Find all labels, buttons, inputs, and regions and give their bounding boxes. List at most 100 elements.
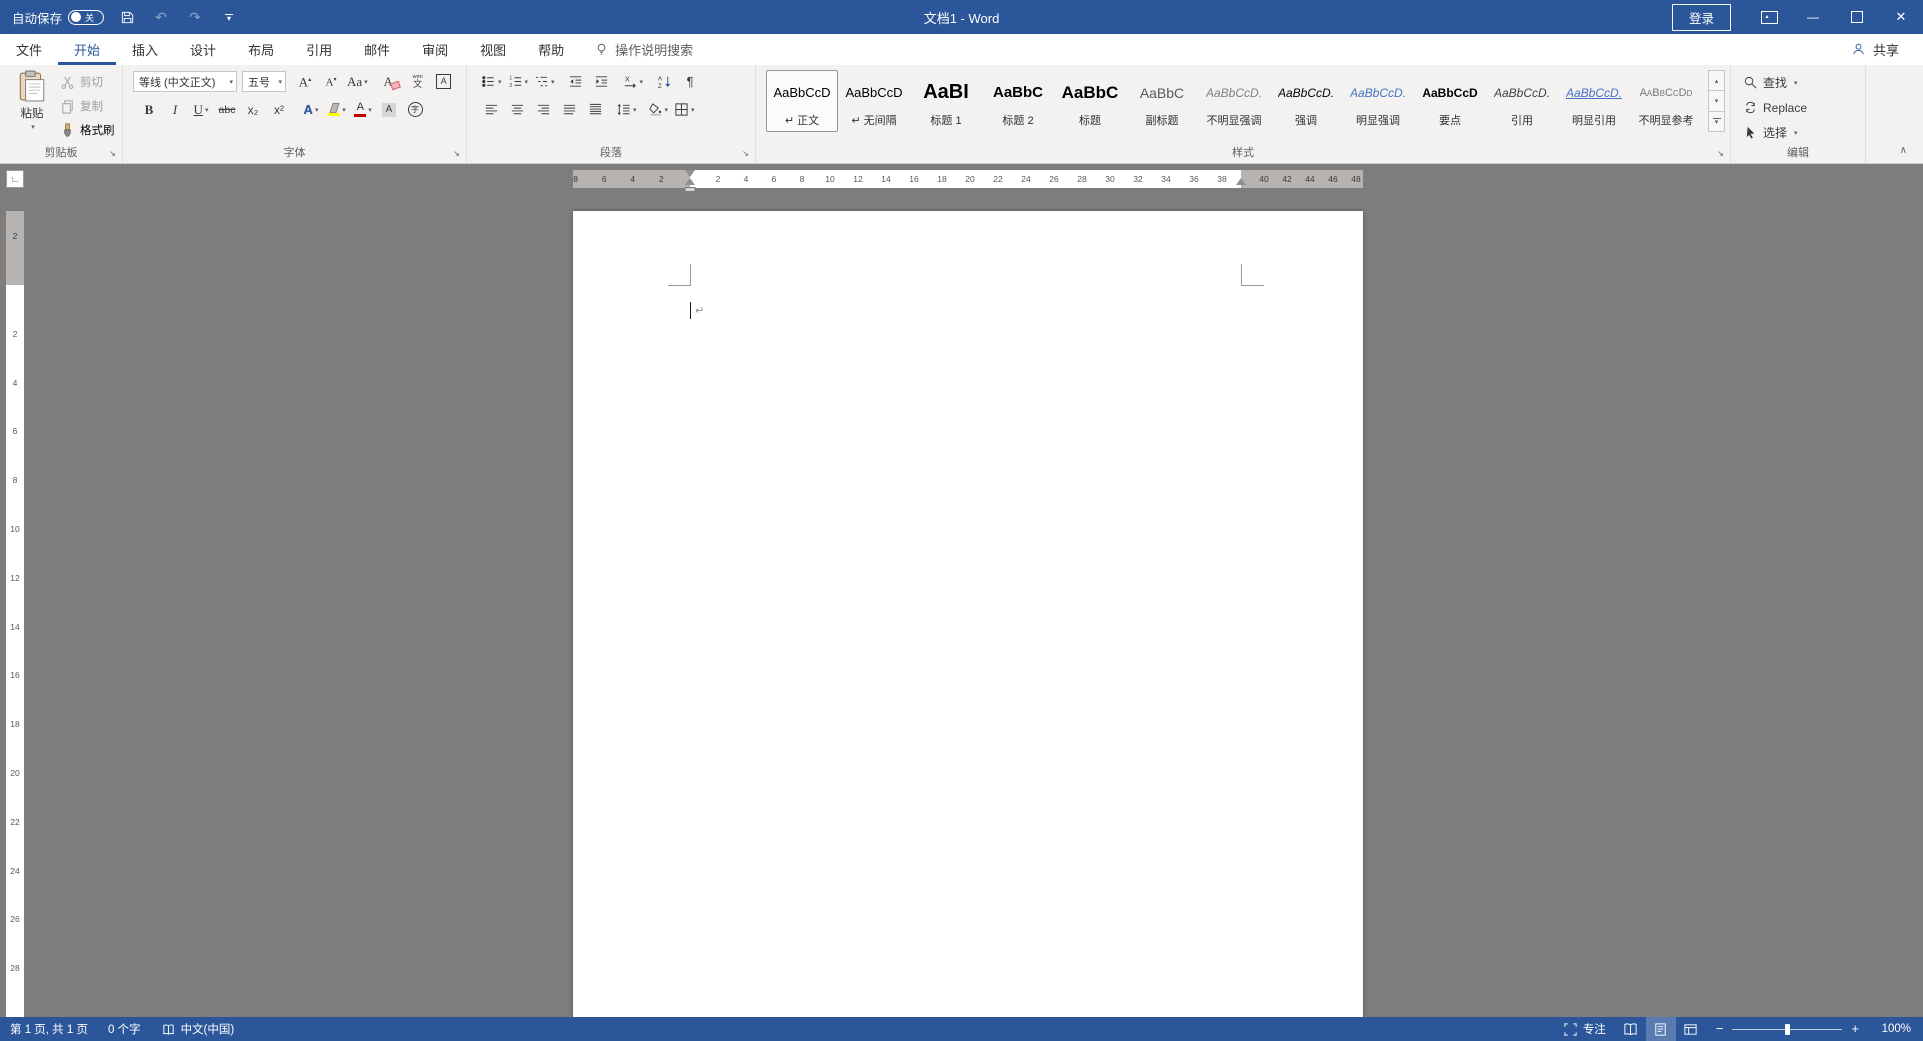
language-status[interactable]: 中文(中国) (151, 1017, 245, 1041)
tab-file[interactable]: 文件 (0, 34, 58, 65)
page-number-status[interactable]: 第 1 页, 共 1 页 (0, 1017, 98, 1041)
minimize-button[interactable] (1791, 0, 1835, 34)
show-hide-marks-button[interactable]: ¶ (678, 71, 702, 93)
enclose-characters-button[interactable]: 字 (403, 99, 427, 121)
style-subtitle[interactable]: AaBbC副标题 (1126, 70, 1198, 132)
style-intense-emphasis[interactable]: AaBbCcD.明显强调 (1342, 70, 1414, 132)
multilevel-list-button[interactable] (532, 71, 557, 93)
tab-stop-selector[interactable] (6, 170, 24, 188)
style-subtle-reference[interactable]: AaBbCcDd不明显参考 (1630, 70, 1702, 132)
tab-mailings[interactable]: 邮件 (348, 34, 406, 65)
format-painter-button[interactable]: 格式刷 (60, 120, 115, 140)
tab-home[interactable]: 开始 (58, 34, 116, 65)
replace-button[interactable]: Replace (1743, 97, 1807, 118)
style-subtle-emphasis[interactable]: AaBbCcD.不明显强调 (1198, 70, 1270, 132)
font-size-combobox[interactable]: 五号 (242, 71, 286, 92)
numbering-button[interactable]: 12 (506, 71, 531, 93)
tell-me-search[interactable]: 操作说明搜索 (580, 34, 707, 65)
clipboard-dialog-launcher-icon[interactable] (107, 148, 118, 159)
bold-button[interactable]: B (137, 99, 161, 121)
redo-button[interactable] (184, 4, 206, 30)
font-name-combobox[interactable]: 等线 (中文正文) (133, 71, 237, 92)
bullets-button[interactable] (479, 71, 504, 93)
highlight-color-button[interactable] (325, 99, 349, 121)
left-indent-marker[interactable] (685, 187, 696, 192)
align-center-button[interactable] (505, 99, 529, 121)
close-button[interactable] (1879, 0, 1923, 34)
right-indent-marker[interactable] (1236, 173, 1246, 185)
increase-indent-button[interactable] (590, 71, 614, 93)
gallery-scroll-down-button[interactable] (1708, 90, 1725, 111)
collapse-ribbon-button[interactable] (1900, 140, 1907, 158)
zoom-slider-knob[interactable] (1785, 1024, 1790, 1035)
select-button[interactable]: 选择 (1743, 122, 1798, 143)
tab-layout[interactable]: 布局 (232, 34, 290, 65)
style-strong[interactable]: AaBbCcD要点 (1414, 70, 1486, 132)
print-layout-button[interactable] (1646, 1017, 1676, 1041)
save-button[interactable] (116, 4, 138, 30)
style-intense-quote[interactable]: AaBbCcD.明显引用 (1558, 70, 1630, 132)
distribute-button[interactable] (583, 99, 607, 121)
tab-view[interactable]: 视图 (464, 34, 522, 65)
tab-help[interactable]: 帮助 (522, 34, 580, 65)
copy-button[interactable]: 复制 (60, 96, 103, 116)
paragraph-dialog-launcher-icon[interactable] (740, 148, 751, 159)
autosave-toggle[interactable]: 自动保存 关 (12, 8, 104, 27)
document-page[interactable]: ↵ (573, 211, 1363, 1017)
autosave-switch-icon[interactable]: 关 (68, 10, 104, 25)
paste-button[interactable]: 粘贴 (8, 70, 56, 144)
tab-insert[interactable]: 插入 (116, 34, 174, 65)
borders-button[interactable] (672, 99, 697, 121)
underline-button[interactable]: U (189, 99, 213, 121)
style-emphasis[interactable]: AaBbCcD.强调 (1270, 70, 1342, 132)
justify-button[interactable] (557, 99, 581, 121)
word-count-status[interactable]: 0 个字 (98, 1017, 151, 1041)
tab-review[interactable]: 审阅 (406, 34, 464, 65)
signin-button[interactable]: 登录 (1672, 4, 1731, 31)
change-case-button[interactable]: Aa (345, 71, 370, 93)
align-right-button[interactable] (531, 99, 555, 121)
subscript-button[interactable]: x₂ (241, 99, 265, 121)
strikethrough-button[interactable]: abc (215, 99, 239, 121)
ribbon-display-options-button[interactable] (1747, 0, 1791, 34)
clear-formatting-button[interactable]: A (380, 71, 404, 93)
hanging-indent-marker[interactable] (685, 173, 695, 185)
gallery-more-button[interactable] (1708, 111, 1725, 132)
style-heading-1[interactable]: AaBI标题 1 (910, 70, 982, 132)
shrink-font-button[interactable]: A (319, 71, 343, 93)
font-dialog-launcher-icon[interactable] (451, 148, 462, 159)
maximize-button[interactable] (1835, 0, 1879, 34)
line-spacing-button[interactable] (614, 99, 639, 121)
zoom-in-button[interactable]: + (1851, 1023, 1859, 1035)
undo-button[interactable] (150, 4, 172, 30)
customize-quick-access-button[interactable] (218, 4, 240, 30)
align-left-button[interactable] (479, 99, 503, 121)
tab-design[interactable]: 设计 (174, 34, 232, 65)
find-button[interactable]: 查找 (1743, 72, 1798, 93)
character-shading-button[interactable]: A (377, 99, 401, 121)
style-no-spacing[interactable]: AaBbCcD↵ 无间隔 (838, 70, 910, 132)
decrease-indent-button[interactable] (564, 71, 588, 93)
share-button[interactable]: 共享 (1827, 34, 1923, 65)
zoom-slider[interactable] (1732, 1023, 1842, 1035)
style-quote[interactable]: AaBbCcD.引用 (1486, 70, 1558, 132)
font-color-button[interactable]: A (351, 99, 375, 121)
style-heading-2[interactable]: AaBbC标题 2 (982, 70, 1054, 132)
grow-font-button[interactable]: A (293, 71, 317, 93)
style-normal[interactable]: AaBbCcD↵ 正文 (766, 70, 838, 132)
shading-button[interactable] (646, 99, 671, 121)
italic-button[interactable]: I (163, 99, 187, 121)
zoom-out-button[interactable]: − (1716, 1023, 1724, 1035)
gallery-scroll-up-button[interactable] (1708, 70, 1725, 91)
character-border-button[interactable]: A (432, 71, 456, 93)
tab-references[interactable]: 引用 (290, 34, 348, 65)
focus-mode-button[interactable]: 专注 (1553, 1017, 1616, 1041)
cut-button[interactable]: 剪切 (60, 72, 103, 92)
text-effects-button[interactable]: A (299, 99, 323, 121)
styles-dialog-launcher-icon[interactable] (1715, 148, 1726, 159)
read-mode-button[interactable] (1616, 1017, 1646, 1041)
superscript-button[interactable]: x² (267, 99, 291, 121)
style-title[interactable]: AaBbC标题 (1054, 70, 1126, 132)
zoom-percentage[interactable]: 100% (1869, 1023, 1923, 1035)
web-layout-button[interactable] (1676, 1017, 1706, 1041)
